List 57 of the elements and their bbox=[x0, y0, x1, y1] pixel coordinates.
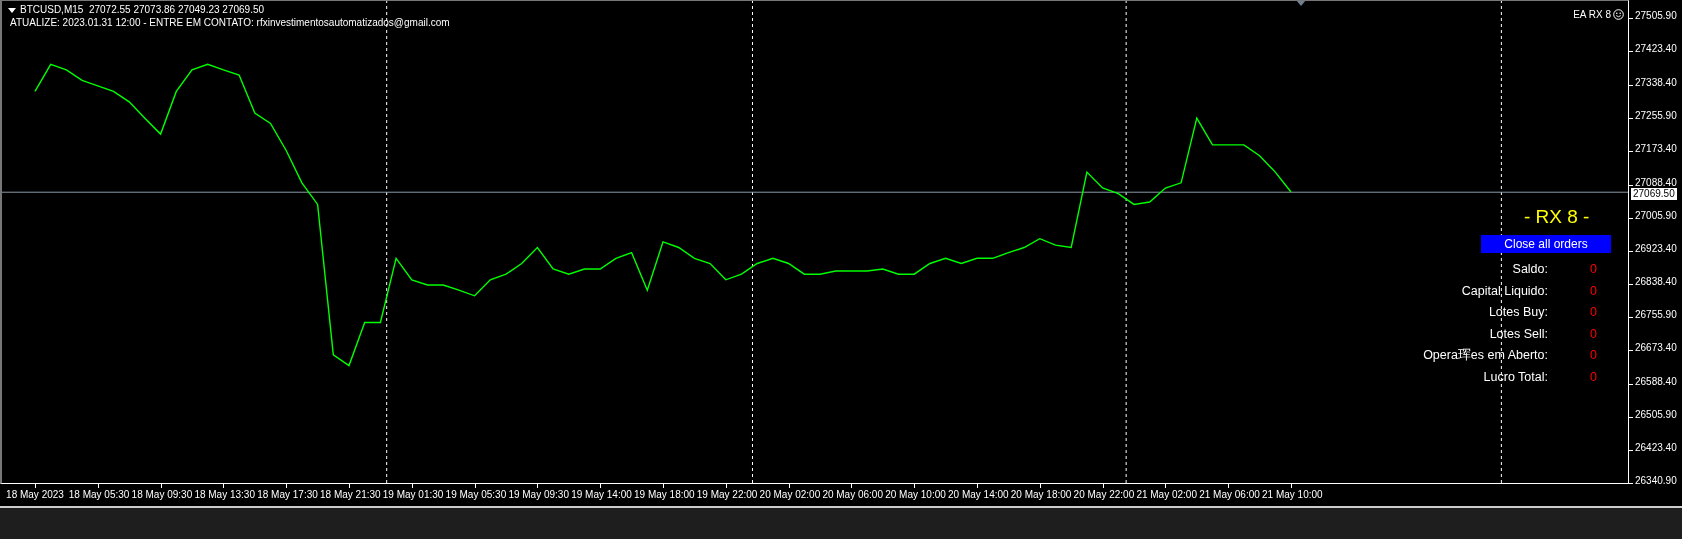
time-axis-label: 19 May 05:30 bbox=[445, 488, 504, 501]
stat-value: 0 bbox=[1589, 261, 1598, 278]
time-axis-label: 20 May 22:00 bbox=[1073, 488, 1132, 501]
time-axis-label: 18 May 17:30 bbox=[257, 488, 316, 501]
stat-label: Saldo: bbox=[1511, 261, 1548, 278]
stat-label: Opera珲es em Aberto: bbox=[1423, 347, 1548, 364]
price-axis-label: 27423.40 bbox=[1635, 42, 1677, 54]
time-axis-label: 19 May 09:30 bbox=[508, 488, 567, 501]
stat-value: 0 bbox=[1589, 282, 1598, 299]
stat-value: 0 bbox=[1589, 325, 1598, 342]
price-axis-label: 26340.90 bbox=[1635, 475, 1677, 486]
smiley-icon bbox=[1613, 9, 1624, 20]
stat-value: 0 bbox=[1589, 304, 1598, 321]
stat-value: 0 bbox=[1589, 368, 1598, 385]
stat-label: Capital Liquido: bbox=[1460, 282, 1548, 299]
time-axis-label: 20 May 02:00 bbox=[759, 488, 818, 501]
time-axis-label: 20 May 06:00 bbox=[822, 488, 881, 501]
time-axis-label: 19 May 14:00 bbox=[571, 488, 630, 501]
symbol-info: BTCUSD,M15 27072.55 27073.86 27049.23 27069.50 bbox=[20, 4, 265, 16]
time-axis-label: 18 May 05:30 bbox=[68, 488, 127, 501]
price-axis-label: 27338.40 bbox=[1635, 76, 1677, 88]
time-axis-label: 18 May 21:30 bbox=[320, 488, 378, 501]
price-axis-label: 27255.90 bbox=[1635, 109, 1677, 121]
price-axis-label: 26755.90 bbox=[1635, 309, 1677, 321]
price-axis-label: 26838.40 bbox=[1635, 276, 1677, 288]
panel-title: - RX 8 - bbox=[1524, 205, 1590, 229]
time-axis-label: 20 May 18:00 bbox=[1010, 488, 1069, 501]
time-axis-label: 20 May 10:00 bbox=[885, 488, 944, 501]
stat-label: Lucro Total: bbox=[1482, 368, 1548, 385]
time-axis-label: 18 May 2023 bbox=[6, 488, 64, 501]
price-axis-label: 27005.90 bbox=[1635, 209, 1677, 221]
time-axis-label: 20 May 14:00 bbox=[948, 488, 1006, 501]
time-axis-label: 19 May 18:00 bbox=[634, 488, 692, 501]
time-axis-label: 19 May 01:30 bbox=[382, 488, 441, 501]
price-axis-label: 27505.90 bbox=[1635, 10, 1677, 22]
time-axis-label: 21 May 10:00 bbox=[1262, 488, 1320, 501]
price-axis-label: 26588.40 bbox=[1635, 376, 1677, 388]
time-axis-label: 21 May 06:00 bbox=[1199, 488, 1258, 501]
triangle-icon bbox=[1296, 1, 1306, 6]
price-axis-label: 26923.40 bbox=[1635, 242, 1677, 254]
time-axis-label: 21 May 02:00 bbox=[1136, 488, 1195, 501]
price-axis-label: 26505.90 bbox=[1635, 409, 1677, 421]
close-all-button[interactable]: Close all orders bbox=[1481, 235, 1611, 253]
stat-label: Lotes Buy: bbox=[1487, 304, 1548, 321]
price-label: 27069.50 bbox=[1631, 188, 1677, 201]
stat-label: Lotes Sell: bbox=[1488, 325, 1548, 342]
time-axis-label: 18 May 09:30 bbox=[131, 488, 190, 501]
price-axis-label: 26673.40 bbox=[1635, 342, 1677, 354]
price-axis-label: 27088.40 bbox=[1635, 176, 1677, 188]
stat-value: 0 bbox=[1589, 347, 1598, 364]
update-notice: ATUALIZE: 2023.01.31 12:00 - ENTRE EM CONTATO: rfxinvestimentosautomatizados@gmail.com bbox=[10, 17, 450, 29]
time-axis-label: 19 May 22:00 bbox=[696, 488, 755, 501]
ea-label: EA RX 8 bbox=[1573, 9, 1611, 20]
price-axis-label: 27173.40 bbox=[1635, 142, 1677, 154]
time-axis-label: 18 May 13:30 bbox=[194, 488, 253, 501]
caret-icon bbox=[8, 7, 16, 13]
price-axis-label: 26423.40 bbox=[1635, 442, 1677, 454]
